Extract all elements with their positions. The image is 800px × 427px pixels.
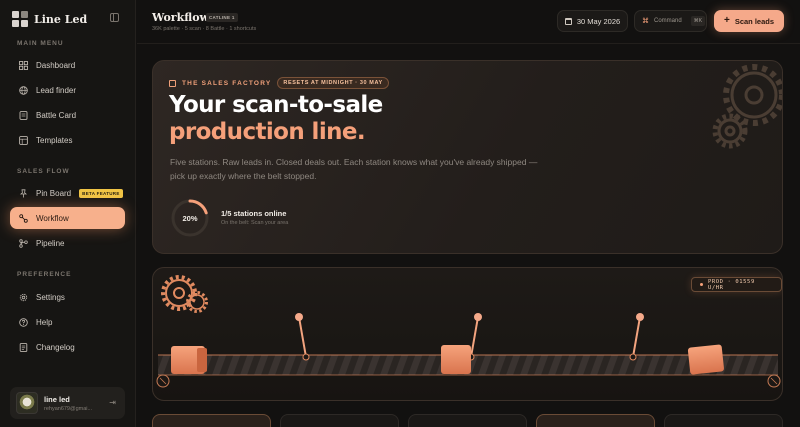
help-icon — [18, 317, 28, 327]
avatar — [16, 392, 38, 414]
scan-leads-button[interactable]: + Scan leads — [714, 10, 784, 32]
sidebar-item-label: Settings — [36, 292, 65, 302]
top-header: Workflow CATLINE 1 36K palette · 5 scan … — [137, 0, 800, 44]
command-icon: ⌘ — [642, 18, 649, 25]
sidebar-item-pipeline[interactable]: Pipeline — [10, 232, 125, 254]
factory-icon — [169, 79, 176, 87]
hero-title-line1: Your scan-to-sale — [169, 92, 383, 118]
user-name: line led — [44, 394, 70, 404]
section-main-menu: MAIN MENU — [17, 40, 64, 47]
sidebar-item-changelog[interactable]: Changelog — [10, 336, 125, 358]
robot-arm — [629, 313, 644, 361]
beta-badge: BETA FEATURE — [79, 188, 123, 198]
calendar-icon — [564, 17, 572, 25]
sidebar-item-label: Changelog — [36, 342, 75, 352]
hero-card: THE SALES FACTORY RESETS AT MIDNIGHT · 3… — [152, 60, 783, 254]
station-tab[interactable] — [408, 414, 527, 427]
lead-box — [441, 345, 471, 374]
sidebar-item-label: Workflow — [36, 213, 69, 223]
lead-box — [171, 346, 207, 374]
eyebrow-text: THE SALES FACTORY — [182, 79, 272, 87]
sidebar-item-templates[interactable]: Templates — [10, 129, 125, 151]
hero-eyebrow: THE SALES FACTORY RESETS AT MIDNIGHT · 3… — [169, 77, 389, 89]
plus-icon: + — [723, 15, 730, 26]
sidebar-item-label: Pipeline — [36, 238, 65, 248]
date-button[interactable]: 30 May 2026 — [557, 10, 628, 32]
pin-icon — [18, 188, 28, 198]
section-sales-flow: SALES FLOW — [17, 168, 70, 175]
station-tab[interactable] — [152, 414, 271, 427]
brand-logo-icon — [12, 11, 28, 27]
brand[interactable]: Line Led — [12, 10, 87, 28]
section-preference: PREFERENCE — [17, 271, 72, 278]
workflow-icon — [18, 213, 28, 223]
robot-arm — [295, 313, 310, 361]
scan-leads-label: Scan leads — [734, 16, 775, 26]
conveyor-scene — [156, 275, 781, 388]
user-card[interactable]: line led rehyan679@gmai... ⇥ — [10, 387, 125, 419]
sidebar-item-label: Help — [36, 317, 53, 327]
page-subtitle: 36K palette · 5 scan · 8 Battle · 1 shor… — [152, 26, 257, 32]
brand-name: Line Led — [34, 12, 88, 26]
sidebar-item-pin-board[interactable]: Pin Board BETA FEATURE — [10, 182, 125, 204]
dashboard-icon — [18, 60, 28, 70]
command-label: Command — [654, 18, 682, 24]
command-shortcut: ⌘K — [690, 16, 706, 26]
station-tab[interactable] — [664, 414, 783, 427]
sidebar-item-label: Pin Board — [36, 188, 72, 198]
hero-description: Five stations. Raw leads in. Closed deal… — [170, 157, 538, 181]
sidebar-item-battle-card[interactable]: Battle Card — [10, 104, 125, 126]
sidebar-item-label: Dashboard — [36, 60, 76, 70]
sidebar-item-label: Lead finder — [36, 85, 77, 95]
conveyor-panel: PROD · 01559 U/HR — [152, 267, 783, 401]
date-label: 30 May 2026 — [576, 16, 621, 26]
stations-current: On the belt: Scan your area — [221, 220, 289, 226]
sidebar-item-lead-finder[interactable]: Lead finder — [10, 79, 125, 101]
pipeline-icon — [18, 238, 28, 248]
sidebar-item-dashboard[interactable]: Dashboard — [10, 54, 125, 76]
command-button[interactable]: ⌘ Command ⌘K — [634, 10, 707, 32]
card-icon — [18, 110, 28, 120]
changelog-icon — [18, 342, 28, 352]
page-title: Workflow — [152, 11, 210, 24]
station-tab[interactable] — [280, 414, 399, 427]
lead-box — [687, 344, 724, 375]
sidebar: Line Led MAIN MENU Dashboard Lead finder… — [0, 0, 136, 427]
hero-title-line2: production line. — [169, 119, 366, 145]
logout-icon[interactable]: ⇥ — [109, 398, 116, 407]
reset-pill: RESETS AT MIDNIGHT · 30 MAY — [277, 77, 389, 89]
gears-decoration-icon — [712, 64, 782, 149]
gear-icon — [18, 292, 28, 302]
sidebar-item-label: Battle Card — [36, 110, 77, 120]
stations-online: 1/5 stations online — [221, 209, 287, 218]
user-email: rehyan679@gmai... — [44, 405, 93, 412]
station-tab[interactable] — [536, 414, 655, 427]
gear-icon — [161, 275, 208, 313]
templates-icon — [18, 135, 28, 145]
sidebar-collapse-icon[interactable] — [110, 13, 119, 22]
title-badge: CATLINE 1 — [206, 13, 238, 22]
progress-percent: 20% — [182, 213, 198, 223]
globe-icon — [18, 85, 28, 95]
sidebar-item-help[interactable]: Help — [10, 311, 125, 333]
sidebar-item-settings[interactable]: Settings — [10, 286, 125, 308]
sidebar-item-workflow[interactable]: Workflow — [10, 207, 125, 229]
sidebar-item-label: Templates — [36, 135, 73, 145]
